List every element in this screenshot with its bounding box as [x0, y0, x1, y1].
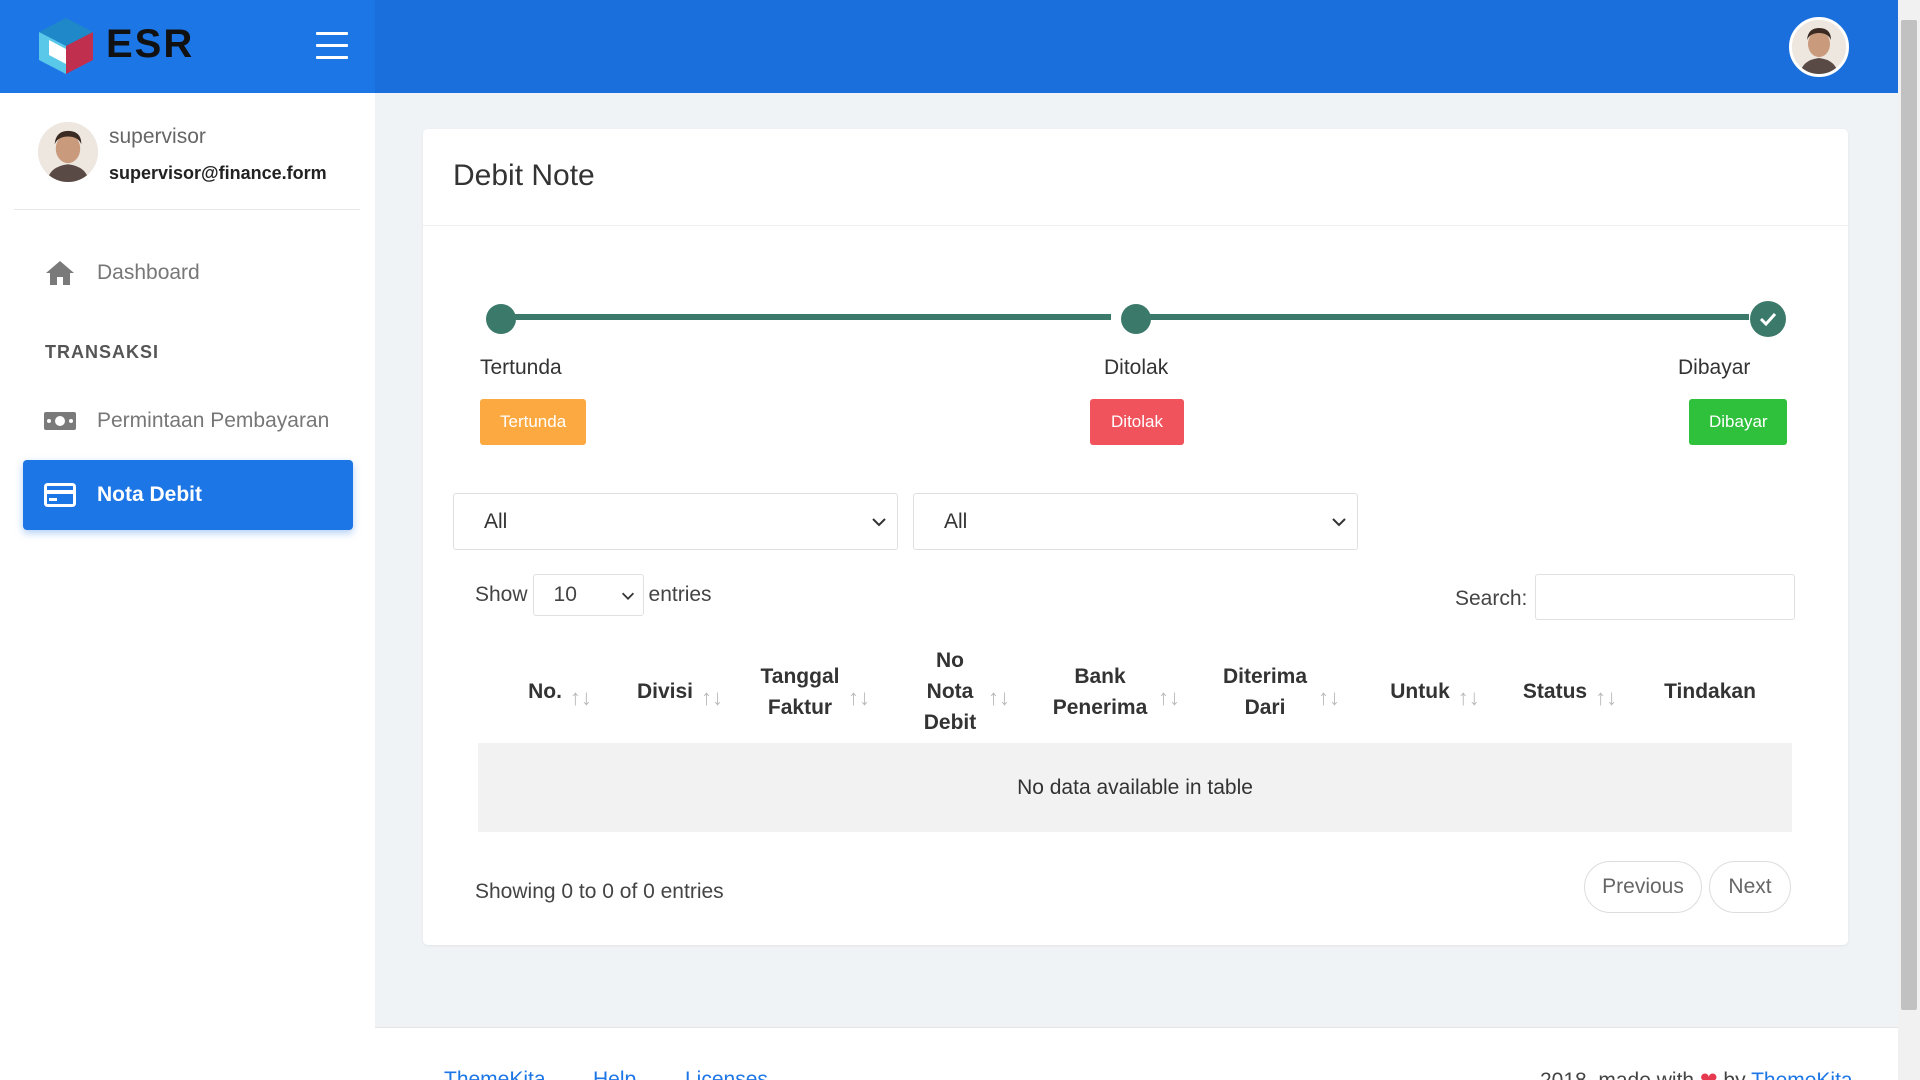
- footer-link-licenses[interactable]: Licenses: [685, 1068, 768, 1080]
- status-progress: Tertunda Ditolak Dibayar Tertunda Ditola…: [480, 301, 1787, 445]
- page-title: Debit Note: [453, 159, 595, 192]
- step-label-tertunda: Tertunda: [480, 356, 562, 379]
- sidebar: supervisor supervisor@finance.form Dashb…: [0, 93, 375, 1080]
- column-header-no-nota-debit[interactable]: No Nota Debit ↑↓: [915, 643, 1015, 740]
- next-button[interactable]: Next: [1709, 861, 1791, 913]
- table-empty-row: No data available in table: [478, 743, 1792, 832]
- footer-author-link[interactable]: ThemeKita: [1751, 1069, 1853, 1080]
- user-email: supervisor@finance.form: [109, 163, 327, 183]
- sidebar-item-dashboard[interactable]: Dashboard: [23, 238, 353, 308]
- sidebar-item-label: Nota Debit: [97, 483, 202, 506]
- entries-length-select[interactable]: 10: [532, 574, 644, 616]
- filter-select-value: All: [484, 509, 508, 533]
- filter-select-2[interactable]: All: [913, 493, 1358, 550]
- menu-toggle-icon[interactable]: [316, 32, 348, 60]
- column-header-tanggal-faktur[interactable]: Tanggal Faktur ↑↓: [755, 643, 875, 740]
- footer-link-themekita[interactable]: ThemeKita: [444, 1068, 546, 1080]
- step-label-dibayar: Dibayar: [1678, 356, 1751, 379]
- user-photo-icon: [1792, 20, 1846, 74]
- previous-button[interactable]: Previous: [1584, 861, 1702, 913]
- progress-line: [1147, 314, 1749, 320]
- column-header-divisi[interactable]: Divisi ↑↓: [630, 643, 730, 740]
- step-label-ditolak: Ditolak: [1104, 356, 1169, 379]
- entries-length-control: Show 10 entries: [475, 574, 712, 616]
- sidebar-item-label: Dashboard: [97, 261, 200, 284]
- sort-icon: ↑↓: [1158, 685, 1180, 710]
- sidebar-item-label: Permintaan Pembayaran: [97, 409, 330, 432]
- avatar[interactable]: [38, 122, 98, 182]
- brand-area: ESR: [0, 0, 375, 93]
- column-header-untuk[interactable]: Untuk ↑↓: [1380, 643, 1490, 740]
- search-label: Search:: [1455, 587, 1528, 610]
- sidebar-item-permintaan-pembayaran[interactable]: Permintaan Pembayaran: [23, 386, 353, 456]
- tertunda-button[interactable]: Tertunda: [480, 399, 586, 445]
- footer-copyright: 2018, made with ❤ by ThemeKita: [1540, 1068, 1853, 1080]
- sort-icon: ↑↓: [1318, 685, 1340, 710]
- chevron-down-icon: [1332, 518, 1346, 527]
- step-dot-dibayar: [1750, 301, 1786, 337]
- sort-icon: ↑↓: [1457, 685, 1480, 710]
- page-scrollbar[interactable]: [1898, 0, 1920, 1080]
- header-avatar[interactable]: [1789, 17, 1849, 77]
- user-profile: supervisor supervisor@finance.form: [14, 93, 360, 210]
- user-name: supervisor: [109, 125, 206, 148]
- filter-select-value: All: [944, 509, 968, 533]
- sort-icon: ↑↓: [569, 685, 592, 710]
- card-header: Debit Note: [423, 129, 1848, 226]
- top-navbar: ESR: [0, 0, 1898, 93]
- brand-name: ESR: [106, 22, 195, 66]
- step-dot-tertunda: [486, 304, 516, 334]
- footer: ThemeKita Help Licenses 2018, made with …: [375, 1027, 1898, 1080]
- step-dot-ditolak: [1121, 304, 1151, 334]
- credit-card-icon: [40, 483, 80, 507]
- sidebar-item-nota-debit[interactable]: Nota Debit: [23, 460, 353, 530]
- progress-line: [509, 314, 1111, 320]
- chevron-down-icon: [872, 518, 886, 527]
- dibayar-button[interactable]: Dibayar: [1689, 399, 1787, 445]
- table-info: Showing 0 to 0 of 0 entries: [475, 880, 724, 903]
- user-photo-icon: [38, 122, 98, 182]
- check-icon: [1759, 312, 1777, 326]
- section-label-transaksi: TRANSAKSI: [45, 342, 160, 362]
- sort-icon: ↑↓: [701, 685, 724, 710]
- column-header-status[interactable]: Status ↑↓: [1515, 643, 1625, 740]
- column-header-diterima-dari[interactable]: Diterima Dari ↑↓: [1215, 643, 1345, 740]
- column-header-bank-penerima[interactable]: Bank Penerima ↑↓: [1050, 643, 1180, 740]
- column-header-tindakan: Tindakan: [1664, 680, 1756, 703]
- search-input[interactable]: [1535, 574, 1795, 620]
- sort-icon: ↑↓: [1595, 685, 1618, 710]
- sort-icon: ↑↓: [848, 685, 870, 710]
- footer-link-help[interactable]: Help: [593, 1068, 636, 1080]
- home-icon: [40, 260, 80, 286]
- esr-logo-icon: [39, 18, 93, 74]
- money-icon: [40, 410, 80, 432]
- chevron-down-icon: [621, 592, 634, 600]
- entries-label: entries: [648, 583, 712, 606]
- scrollbar-thumb[interactable]: [1901, 20, 1917, 1010]
- column-header-no[interactable]: No. ↑↓: [510, 643, 610, 740]
- entries-length-value: 10: [553, 583, 577, 606]
- show-label: Show: [475, 583, 528, 606]
- heart-icon: ❤: [1700, 1069, 1718, 1080]
- ditolak-button[interactable]: Ditolak: [1090, 399, 1184, 445]
- filter-select-1[interactable]: All: [453, 493, 898, 550]
- sort-icon: ↑↓: [988, 685, 1010, 710]
